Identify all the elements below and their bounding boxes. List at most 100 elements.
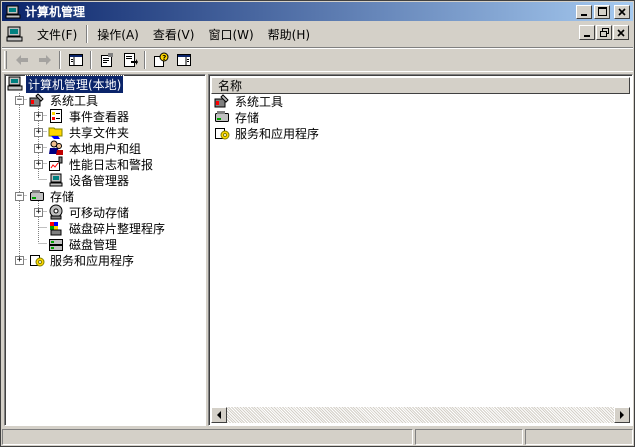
event-viewer-icon bbox=[50, 109, 62, 123]
tree-node-device-manager[interactable]: 设备管理器 bbox=[34, 172, 131, 188]
status-bar bbox=[2, 429, 633, 446]
minimize-button[interactable] bbox=[576, 4, 592, 19]
collapse-toggle[interactable]: − bbox=[15, 95, 24, 105]
tree-node-event-viewer[interactable]: + 事件查看器 bbox=[34, 108, 131, 124]
list-item-system-tools[interactable]: 系统工具 bbox=[214, 93, 285, 109]
tree-node-local-users-groups[interactable]: + 本地用户和组 bbox=[34, 140, 143, 156]
toolbar-grip[interactable] bbox=[4, 50, 7, 69]
restore-icon bbox=[599, 28, 609, 37]
column-header-name[interactable]: 名称 bbox=[211, 77, 630, 94]
list-item-label: 服务和应用程序 bbox=[235, 126, 320, 141]
menu-file[interactable]: 文件(F) bbox=[30, 24, 84, 44]
close-icon bbox=[617, 28, 625, 37]
list-item-storage[interactable]: 存储 bbox=[214, 109, 261, 125]
tree-node-label[interactable]: 服务和应用程序 bbox=[48, 252, 136, 269]
minimize-icon bbox=[584, 34, 590, 37]
shared-folder-icon bbox=[48, 127, 63, 139]
back-button[interactable] bbox=[10, 49, 33, 71]
close-button[interactable] bbox=[614, 4, 630, 19]
toolbar-separator bbox=[59, 50, 61, 69]
minimize-icon bbox=[581, 13, 587, 16]
left-arrow-icon bbox=[217, 411, 221, 419]
computer-icon bbox=[7, 76, 23, 91]
expand-toggle[interactable]: + bbox=[34, 207, 43, 217]
disk-management-icon bbox=[49, 239, 63, 251]
expand-toggle[interactable]: + bbox=[34, 143, 43, 153]
users-icon bbox=[49, 140, 63, 155]
forward-button[interactable] bbox=[33, 49, 56, 71]
list-item-services-applications[interactable]: 服务和应用程序 bbox=[214, 125, 321, 141]
tree-node-label[interactable]: 磁盘碎片整理程序 bbox=[67, 220, 167, 237]
list-pane[interactable]: 名称 系统工具 存储 服务和应用程序 bbox=[208, 74, 633, 426]
menu-bar: 文件(F) 操作(A) 查看(V) 窗口(W) 帮助(H) bbox=[2, 22, 633, 46]
tree-node-label[interactable]: 系统工具 bbox=[48, 92, 100, 109]
title-bar[interactable]: 计算机管理 bbox=[2, 2, 633, 21]
tree-node-disk-defragmenter[interactable]: 磁盘碎片整理程序 bbox=[34, 220, 167, 236]
expand-toggle[interactable]: + bbox=[15, 255, 24, 265]
tree-node-performance-logs[interactable]: + 性能日志和警报 bbox=[34, 156, 155, 172]
tree-node-label[interactable]: 可移动存储 bbox=[67, 204, 131, 221]
tree-node-label[interactable]: 事件查看器 bbox=[67, 108, 131, 125]
tree-node-label[interactable]: 性能日志和警报 bbox=[67, 156, 155, 173]
scroll-left-button[interactable] bbox=[211, 407, 227, 423]
export-list-button[interactable] bbox=[118, 49, 141, 71]
forward-arrow-icon bbox=[38, 54, 51, 65]
tree-node-system-tools[interactable]: − 系统工具 bbox=[15, 92, 100, 108]
tree-node-label[interactable]: 本地用户和组 bbox=[67, 140, 143, 157]
menu-window[interactable]: 窗口(W) bbox=[201, 24, 260, 44]
menu-help[interactable]: 帮助(H) bbox=[261, 24, 317, 44]
child-close-button[interactable] bbox=[613, 25, 629, 40]
maximize-icon bbox=[597, 7, 607, 16]
tree-node-storage[interactable]: − 存储 bbox=[15, 188, 76, 204]
export-list-icon bbox=[123, 52, 138, 67]
properties-button[interactable] bbox=[95, 49, 118, 71]
removable-storage-icon bbox=[49, 204, 63, 220]
show-hide-tree-button[interactable] bbox=[64, 49, 87, 71]
expand-toggle[interactable]: + bbox=[34, 127, 43, 137]
list-item-label: 存储 bbox=[235, 110, 260, 125]
tree-node-services-applications[interactable]: + 服务和应用程序 bbox=[15, 252, 136, 268]
system-tools-icon bbox=[214, 94, 229, 108]
tree-node-removable-storage[interactable]: + 可移动存储 bbox=[34, 204, 131, 220]
show-hide-action-pane-button[interactable] bbox=[172, 49, 195, 71]
mmc-console-icon[interactable] bbox=[6, 26, 24, 42]
menu-action[interactable]: 操作(A) bbox=[90, 24, 146, 44]
show-hide-action-pane-icon bbox=[176, 53, 191, 66]
mdi-controls bbox=[579, 25, 630, 40]
services-applications-icon bbox=[215, 128, 230, 140]
tree-node-label[interactable]: 计算机管理(本地) bbox=[24, 74, 125, 94]
tree-node-label[interactable]: 磁盘管理 bbox=[67, 236, 119, 253]
scrollbar-track[interactable] bbox=[227, 407, 614, 423]
computer-management-window: 计算机管理 文件(F) 操作(A) 查看(V) 窗口(W) 帮助(H) ? 计算… bbox=[0, 0, 635, 447]
collapse-toggle[interactable]: − bbox=[15, 191, 24, 201]
maximize-button[interactable] bbox=[594, 4, 610, 19]
device-manager-icon bbox=[49, 173, 63, 187]
tree-node-root[interactable]: 计算机管理(本地) bbox=[7, 74, 125, 94]
tree-node-label[interactable]: 设备管理器 bbox=[67, 172, 131, 189]
tree-node-label[interactable]: 存储 bbox=[48, 188, 76, 205]
scroll-right-button[interactable] bbox=[614, 407, 630, 423]
toolbar-separator bbox=[144, 50, 146, 69]
system-tools-icon bbox=[29, 93, 44, 107]
expand-toggle[interactable]: + bbox=[34, 111, 43, 121]
list-item-label: 系统工具 bbox=[235, 94, 284, 109]
status-panel-tertiary bbox=[525, 429, 633, 445]
tree-pane[interactable]: 计算机管理(本地) − 系统工具 + 事件查看器 + 共享文件夹 + 本地用户和… bbox=[4, 74, 206, 426]
child-minimize-button[interactable] bbox=[579, 25, 595, 40]
horizontal-scrollbar[interactable] bbox=[211, 407, 630, 423]
expand-toggle[interactable]: + bbox=[34, 159, 43, 169]
back-arrow-icon bbox=[15, 54, 28, 65]
help-icon: ? bbox=[153, 52, 168, 67]
tree-node-disk-management[interactable]: 磁盘管理 bbox=[34, 236, 119, 252]
toolbar: ? bbox=[2, 47, 633, 72]
menu-separator bbox=[86, 25, 89, 43]
toolbar-separator bbox=[90, 50, 92, 69]
list-header: 名称 bbox=[211, 77, 630, 94]
performance-logs-icon bbox=[49, 156, 63, 171]
help-button[interactable]: ? bbox=[149, 49, 172, 71]
tree-node-label[interactable]: 共享文件夹 bbox=[67, 124, 131, 141]
child-restore-button[interactable] bbox=[596, 25, 612, 40]
tree-node-shared-folders[interactable]: + 共享文件夹 bbox=[34, 124, 131, 140]
properties-icon bbox=[100, 52, 113, 67]
menu-view[interactable]: 查看(V) bbox=[146, 24, 202, 44]
